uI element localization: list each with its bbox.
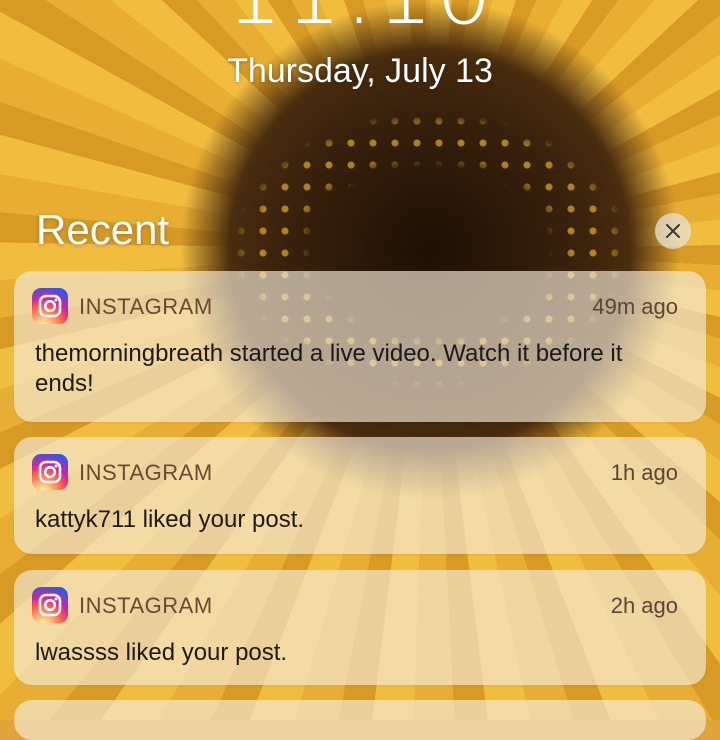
- notification-card[interactable]: INSTAGRAM 49m ago themorningbreath start…: [14, 271, 706, 422]
- instagram-icon: [32, 587, 68, 623]
- notification-app-name: INSTAGRAM: [79, 294, 213, 319]
- instagram-icon: [32, 288, 68, 324]
- clear-notifications-button[interactable]: [655, 213, 691, 249]
- recent-section-title: Recent: [36, 206, 170, 253]
- notification-card[interactable]: [14, 700, 706, 740]
- notification-app-name: INSTAGRAM: [79, 460, 213, 485]
- notification-timestamp: 1h ago: [610, 460, 678, 485]
- instagram-icon: [32, 454, 68, 490]
- notification-header: INSTAGRAM 2h ago: [32, 587, 678, 623]
- lockscreen-date: Thursday, July 13: [227, 52, 493, 90]
- notification-message: themorningbreath started a live video. W…: [35, 340, 623, 397]
- notification-card[interactable]: INSTAGRAM 2h ago lwassss liked your post…: [14, 570, 706, 685]
- notification-message: lwassss liked your post.: [35, 639, 288, 666]
- close-icon: [666, 224, 680, 238]
- notification-card[interactable]: INSTAGRAM 1h ago kattyk711 liked your po…: [14, 437, 706, 554]
- notification-header: INSTAGRAM 49m ago: [32, 288, 678, 324]
- notification-timestamp: 2h ago: [610, 593, 678, 618]
- notification-timestamp: 49m ago: [592, 294, 678, 319]
- lockscreen-time: 11:10: [0, 0, 720, 45]
- notification-message: kattyk711 liked your post.: [35, 506, 305, 533]
- notification-app-name: INSTAGRAM: [79, 593, 213, 618]
- notification-header: INSTAGRAM 1h ago: [32, 454, 678, 490]
